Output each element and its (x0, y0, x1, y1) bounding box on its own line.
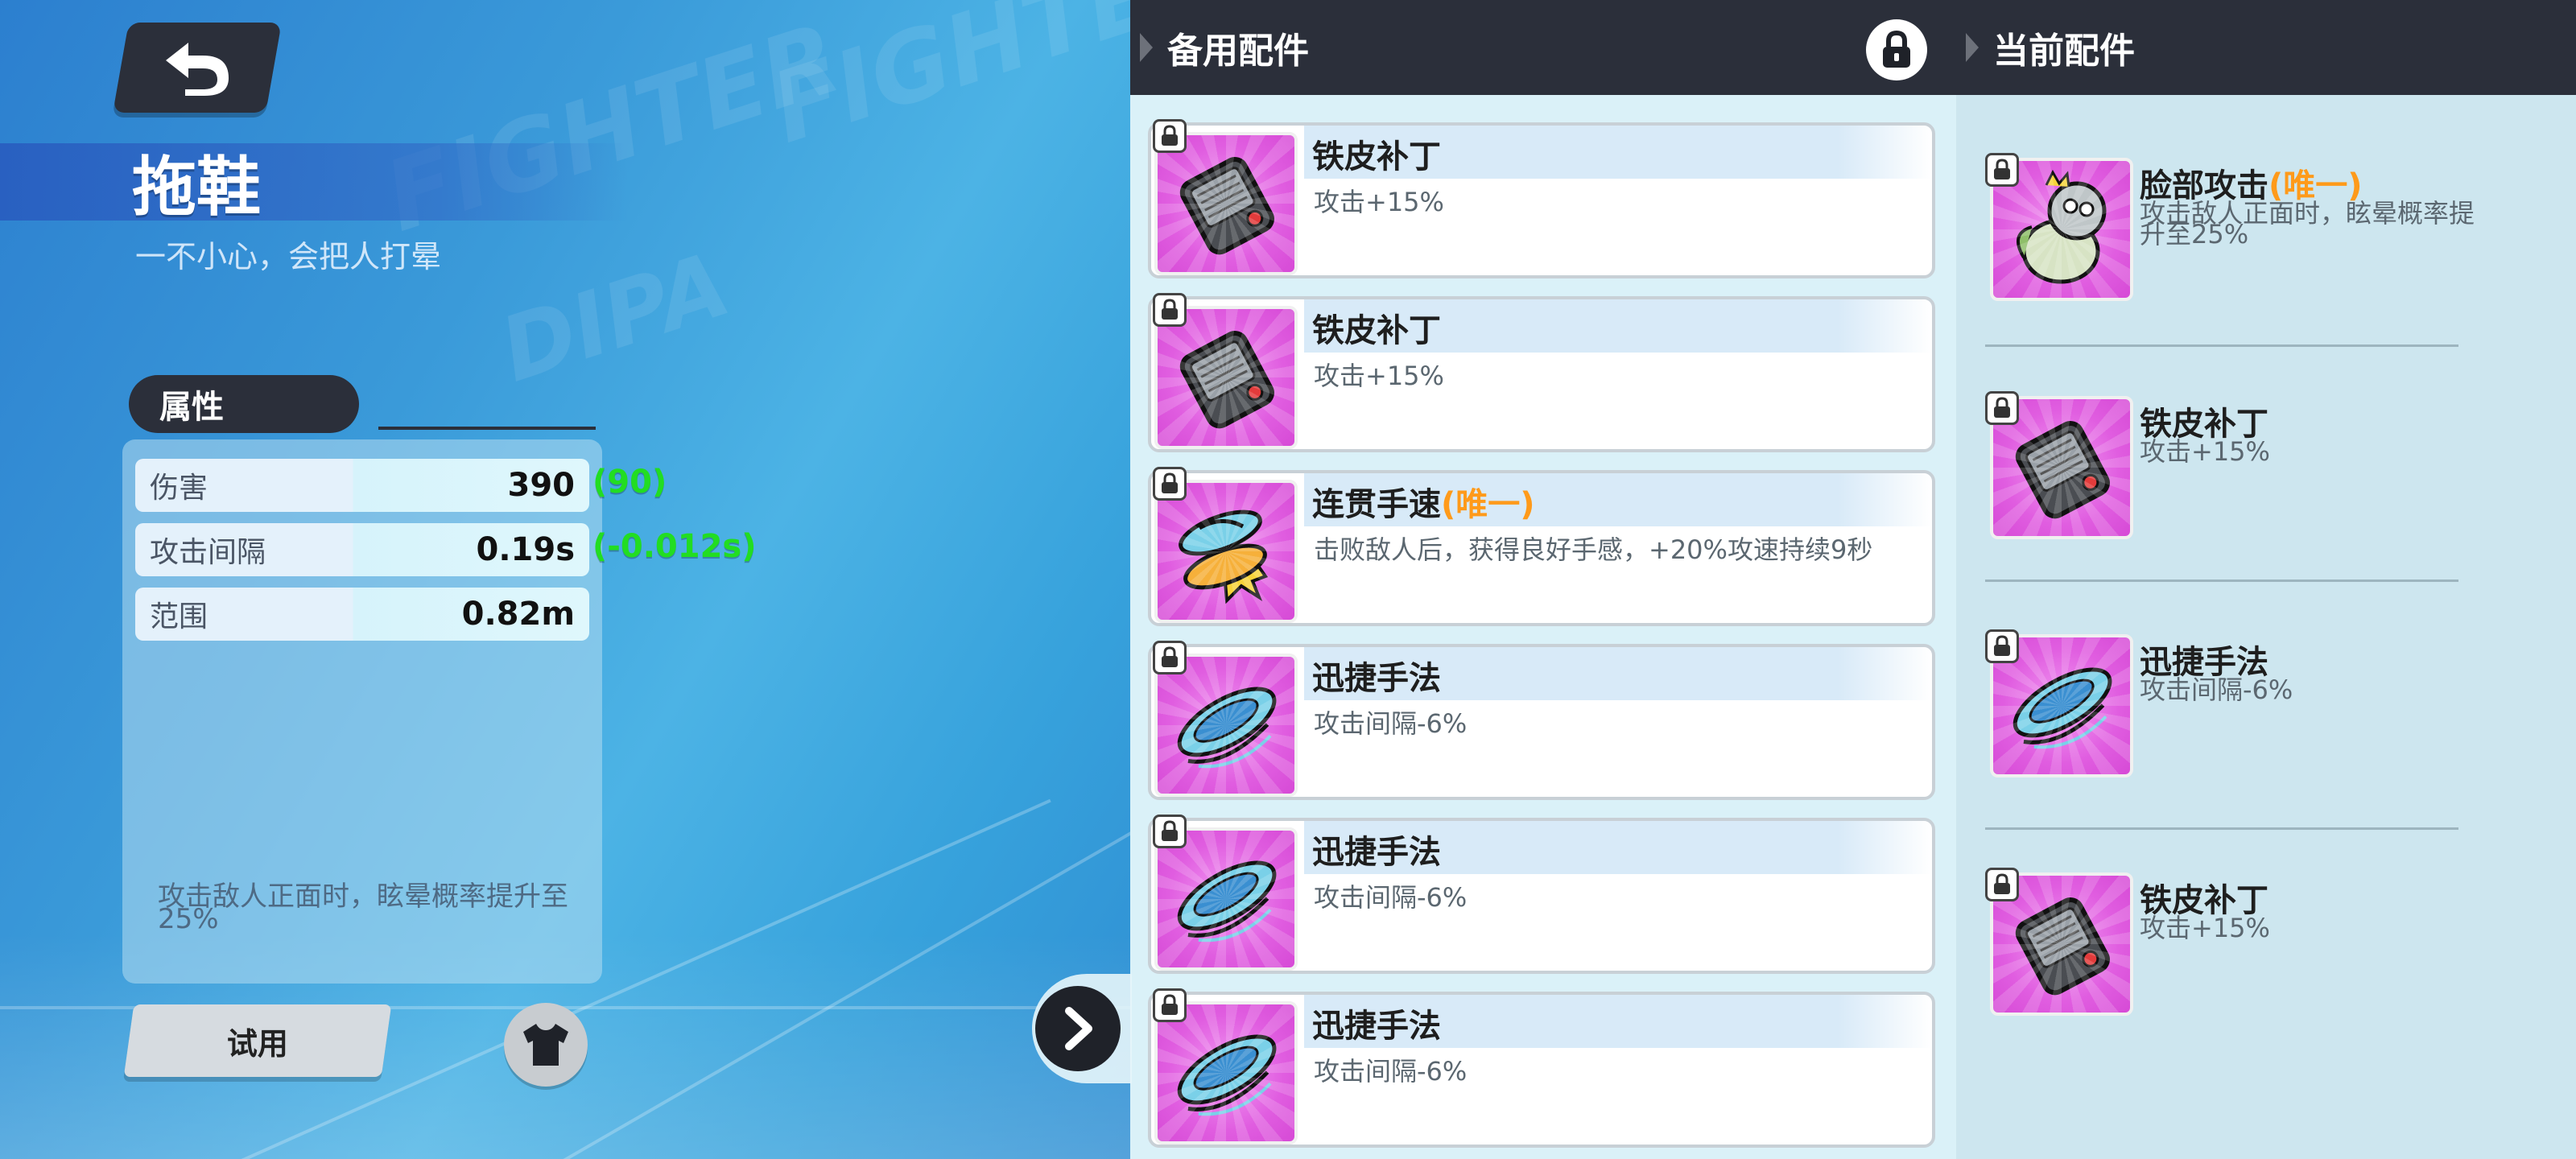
divider (1985, 344, 2458, 347)
attributes-tab-underline (378, 427, 596, 430)
stat-delta-attack-interval: (-0.012s) (592, 528, 757, 565)
current-part-description: 攻击+15% (2140, 913, 2270, 943)
background-watermark: DIPA (489, 232, 741, 402)
transfer-arrow-button[interactable] (1032, 974, 1132, 1083)
lock-tag-icon[interactable] (1153, 815, 1187, 848)
current-part-description: 攻击敌人正面时，眩晕概率提升至25% (2140, 198, 2475, 250)
stat-row-attack-interval: 攻击间隔 0.19s (135, 523, 589, 576)
card-name: 铁皮补丁 (1312, 304, 1441, 351)
title-band (0, 143, 628, 221)
card-name-text: 迅捷手法 (1312, 834, 1441, 871)
attributes-note: 攻击敌人正面时，眩晕概率提升至25% (158, 881, 568, 935)
stat-label: 攻击间隔 (150, 536, 266, 569)
skin-button[interactable] (504, 1003, 588, 1087)
current-part-description: 攻击间隔-6% (2140, 674, 2293, 705)
divider (1985, 827, 2458, 830)
chevron-right-icon (1065, 1007, 1092, 1050)
back-arrow-icon (166, 43, 229, 96)
attributes-tab: 属性 (129, 375, 359, 433)
card-description: 攻击+15% (1314, 187, 1444, 217)
spare-parts-header: 备用配件 (1130, 0, 1956, 95)
lock-tag-icon[interactable] (1985, 629, 2019, 663)
card-name: 铁皮补丁 (1312, 130, 1441, 177)
current-parts-header: 当前配件 (1956, 0, 2576, 95)
tshirt-icon (523, 1024, 568, 1066)
stat-value: 0.82m (461, 596, 575, 633)
lock-tag-icon[interactable] (1153, 293, 1187, 327)
lock-tag-icon[interactable] (1985, 868, 2019, 901)
lock-tag-icon[interactable] (1985, 153, 2019, 187)
card-name: 连贯手速(唯一) (1312, 478, 1535, 525)
card-name-text: 迅捷手法 (1312, 660, 1441, 697)
transfer-arrow-circle (1035, 986, 1121, 1071)
lock-tag-icon[interactable] (1153, 988, 1187, 1022)
spare-parts-title: 备用配件 (1167, 31, 1309, 72)
header-marker-icon (1966, 33, 1979, 62)
stat-row-damage: 伤害 390 (135, 459, 589, 512)
metal-patch-icon (1154, 132, 1298, 275)
stat-value: 390 (507, 467, 576, 504)
card-description: 击败敌人后，获得良好手感，+20%攻速持续9秒 (1314, 534, 1873, 565)
card-description: 攻击间隔-6% (1314, 882, 1468, 913)
lock-tag-icon[interactable] (1985, 391, 2019, 425)
card-description: 攻击+15% (1314, 361, 1444, 391)
current-part-description: 攻击+15% (2140, 436, 2270, 467)
stat-label: 伤害 (150, 472, 208, 505)
lock-icon (1883, 31, 1910, 68)
lock-tag-icon[interactable] (1153, 467, 1187, 501)
divider (1985, 580, 2458, 582)
lock-tag-icon[interactable] (1153, 119, 1187, 153)
stat-row-range: 范围 0.82m (135, 588, 589, 641)
swift-disc-icon (1154, 1001, 1298, 1145)
weapon-name: 拖鞋 (132, 150, 261, 225)
header-marker-icon (1140, 33, 1153, 62)
lock-tag-icon[interactable] (1153, 641, 1187, 674)
lock-button[interactable] (1866, 19, 1927, 80)
current-parts-title: 当前配件 (1993, 31, 2135, 72)
card-name: 迅捷手法 (1312, 1000, 1441, 1046)
try-button[interactable]: 试用 (123, 1004, 392, 1077)
back-button[interactable] (113, 23, 282, 113)
try-button-label: 试用 (226, 1025, 288, 1062)
card-name-text: 连贯手速 (1312, 486, 1441, 523)
card-name-text: 铁皮补丁 (1312, 138, 1441, 175)
card-name: 迅捷手法 (1312, 826, 1441, 872)
card-description: 攻击间隔-6% (1314, 708, 1468, 739)
card-name-text: 迅捷手法 (1312, 1008, 1441, 1045)
card-description: 攻击间隔-6% (1314, 1056, 1468, 1087)
card-name: 迅捷手法 (1312, 652, 1441, 699)
stat-delta-damage: (90) (592, 464, 667, 501)
metal-patch-icon (1154, 306, 1298, 449)
card-name-text: 铁皮补丁 (1312, 312, 1441, 349)
stat-value: 0.19s (476, 531, 576, 568)
unique-tag: (唯一) (1441, 486, 1535, 523)
swift-disc-icon (1154, 827, 1298, 971)
swift-disc-icon (1154, 654, 1298, 797)
weapon-description: 一不小心，会把人打晕 (135, 239, 442, 274)
slippers-icon (1154, 480, 1298, 623)
stat-label: 范围 (150, 600, 208, 633)
